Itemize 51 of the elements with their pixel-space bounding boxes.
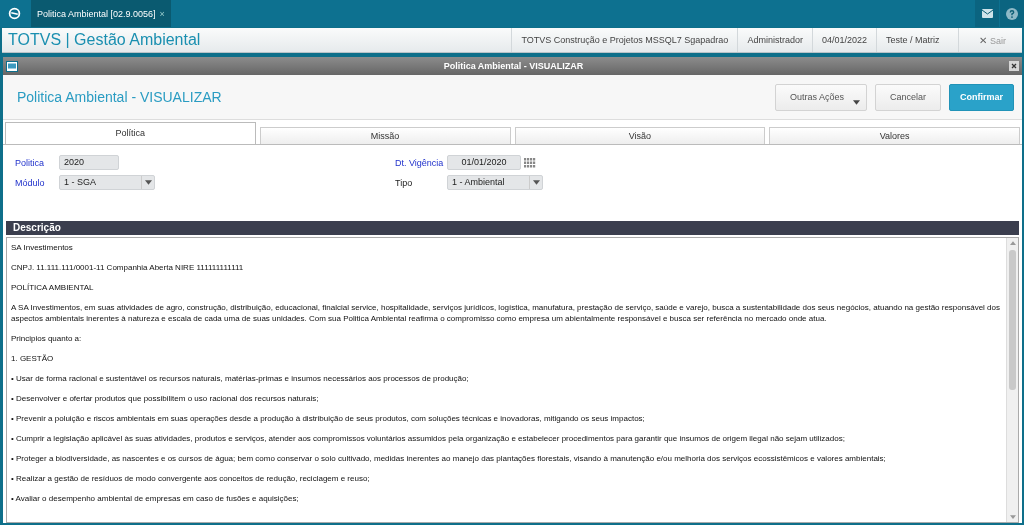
exit-button[interactable]: ✕ Sair <box>958 28 1022 52</box>
session-info: Teste / Matriz <box>875 28 949 52</box>
field-label: Dt. Vigência <box>395 157 445 168</box>
help-icon[interactable] <box>1006 7 1018 20</box>
session-info: Administrador <box>737 28 812 52</box>
caret-icon <box>852 99 860 105</box>
paragraph: POLÍTICA AMBIENTAL <box>11 282 95 293</box>
input-field[interactable]: 2020 <box>59 155 119 170</box>
session-info: 04/01/2022 <box>811 28 876 52</box>
field-label: Tipo <box>395 177 414 188</box>
paragraph: • Avaliar o desempenho ambiental de empresas em caso de fusões e aquisições; <box>11 493 300 504</box>
cancel-button[interactable]: Cancelar <box>874 83 941 111</box>
page-heading: Politica Ambiental - VISUALIZAR <box>17 89 222 105</box>
paragraph: SA Investimentos <box>11 242 74 253</box>
select-field[interactable]: 1 - SGA <box>59 175 155 190</box>
paragraph: • Cumprir a legislação aplicável às suas atividades, produtos e serviços, atender aos compromissos voluntários assumidos pela organização e estabelecer procedimentos para garantir que insumos de origem ilegal não sejam utilizados; <box>11 433 846 444</box>
paragraph: CNPJ. 11.111.111/0001-11 Companhia Aberta NIRE 111111111111 <box>11 262 245 273</box>
tab[interactable]: Visão <box>514 127 766 144</box>
paragraph: 1. GESTÃO <box>11 353 55 364</box>
section-header: Descrição <box>6 221 1019 235</box>
select-field[interactable]: 1 - Ambiental <box>447 175 543 190</box>
scroll-down-icon[interactable] <box>1009 515 1016 519</box>
tab[interactable]: Valores <box>769 127 1020 144</box>
paragraph: • Usar de forma racional e sustentável os recursos naturais, matérias-primas e insumos necessários aos processos de produção; <box>11 373 470 384</box>
field-label: Politica <box>15 157 45 168</box>
close-icon[interactable]: × <box>159 8 165 19</box>
logo-icon[interactable] <box>8 7 21 20</box>
paragraph: • Proteger a biodiversidade, as nascentes e os cursos de água; bem como conservar o solo cultivado, medidas inerentes ao manejo das plantações florestais, visando à manutenção e/ou melhoria dos serviços ecossistêmicos e valores ambientais; <box>11 453 887 464</box>
paragraph: • Desenvolver e ofertar produtos que possibilitem o uso racional dos recursos naturais; <box>11 393 320 404</box>
app-tab[interactable]: Politica Ambiental [02.9.0056] × <box>31 0 171 27</box>
scroll-up-icon[interactable] <box>1009 241 1016 245</box>
dialog-title: Politica Ambiental - VISUALIZAR <box>442 61 585 71</box>
mail-icon[interactable] <box>981 9 993 18</box>
tab[interactable]: Missão <box>259 127 511 144</box>
text-area[interactable] <box>6 237 1019 523</box>
close-icon[interactable] <box>1009 61 1019 71</box>
session-info: TOTVS Construção e Projetos MSSQL7 Sgapadrao <box>511 28 738 52</box>
calendar-icon[interactable] <box>524 157 536 168</box>
date-field[interactable]: 01/01/2020 <box>447 155 521 170</box>
app-title: TOTVS | Gestão Ambiental <box>7 31 201 49</box>
actions-menu-button[interactable]: Outras Ações <box>774 83 867 111</box>
tab[interactable]: Política <box>5 122 256 144</box>
window-icon <box>6 60 18 72</box>
caret-icon <box>532 180 540 185</box>
paragraph: Principios quanto a: <box>11 333 83 344</box>
paragraph: • Prevenir a poluição e riscos ambientais em suas operações desde a produção à distribuição de seus produtos, com soluções técnicas e inovadoras, mitigando os seus impactos; <box>11 413 646 424</box>
paragraph: A SA Investimentos, em suas atividades de agro, construção, distribuição, educacional, finalcial service, hospitalidade, serviços jurídicos, logística, manufatura, prestação de serviço, saúde e varejo, busca a sustentabilidade dos seus negócios, atuando na gestão responsável dos aspectos ambientais inerentes à natureza e escala de cada uma de suas unidades. Com sua Politica Ambiental reafirma o compromisso como empresa um abientalmente responsável e busca ser referência no mercado onde atua. <box>11 302 1001 324</box>
paragraph: • Realizar a gestão de resíduos de modo convergente aos conceitos de redução, reciclagem e reuso; <box>11 473 371 484</box>
caret-icon <box>144 180 152 185</box>
field-label: Módulo <box>15 177 46 188</box>
scrollbar[interactable] <box>1006 238 1018 522</box>
